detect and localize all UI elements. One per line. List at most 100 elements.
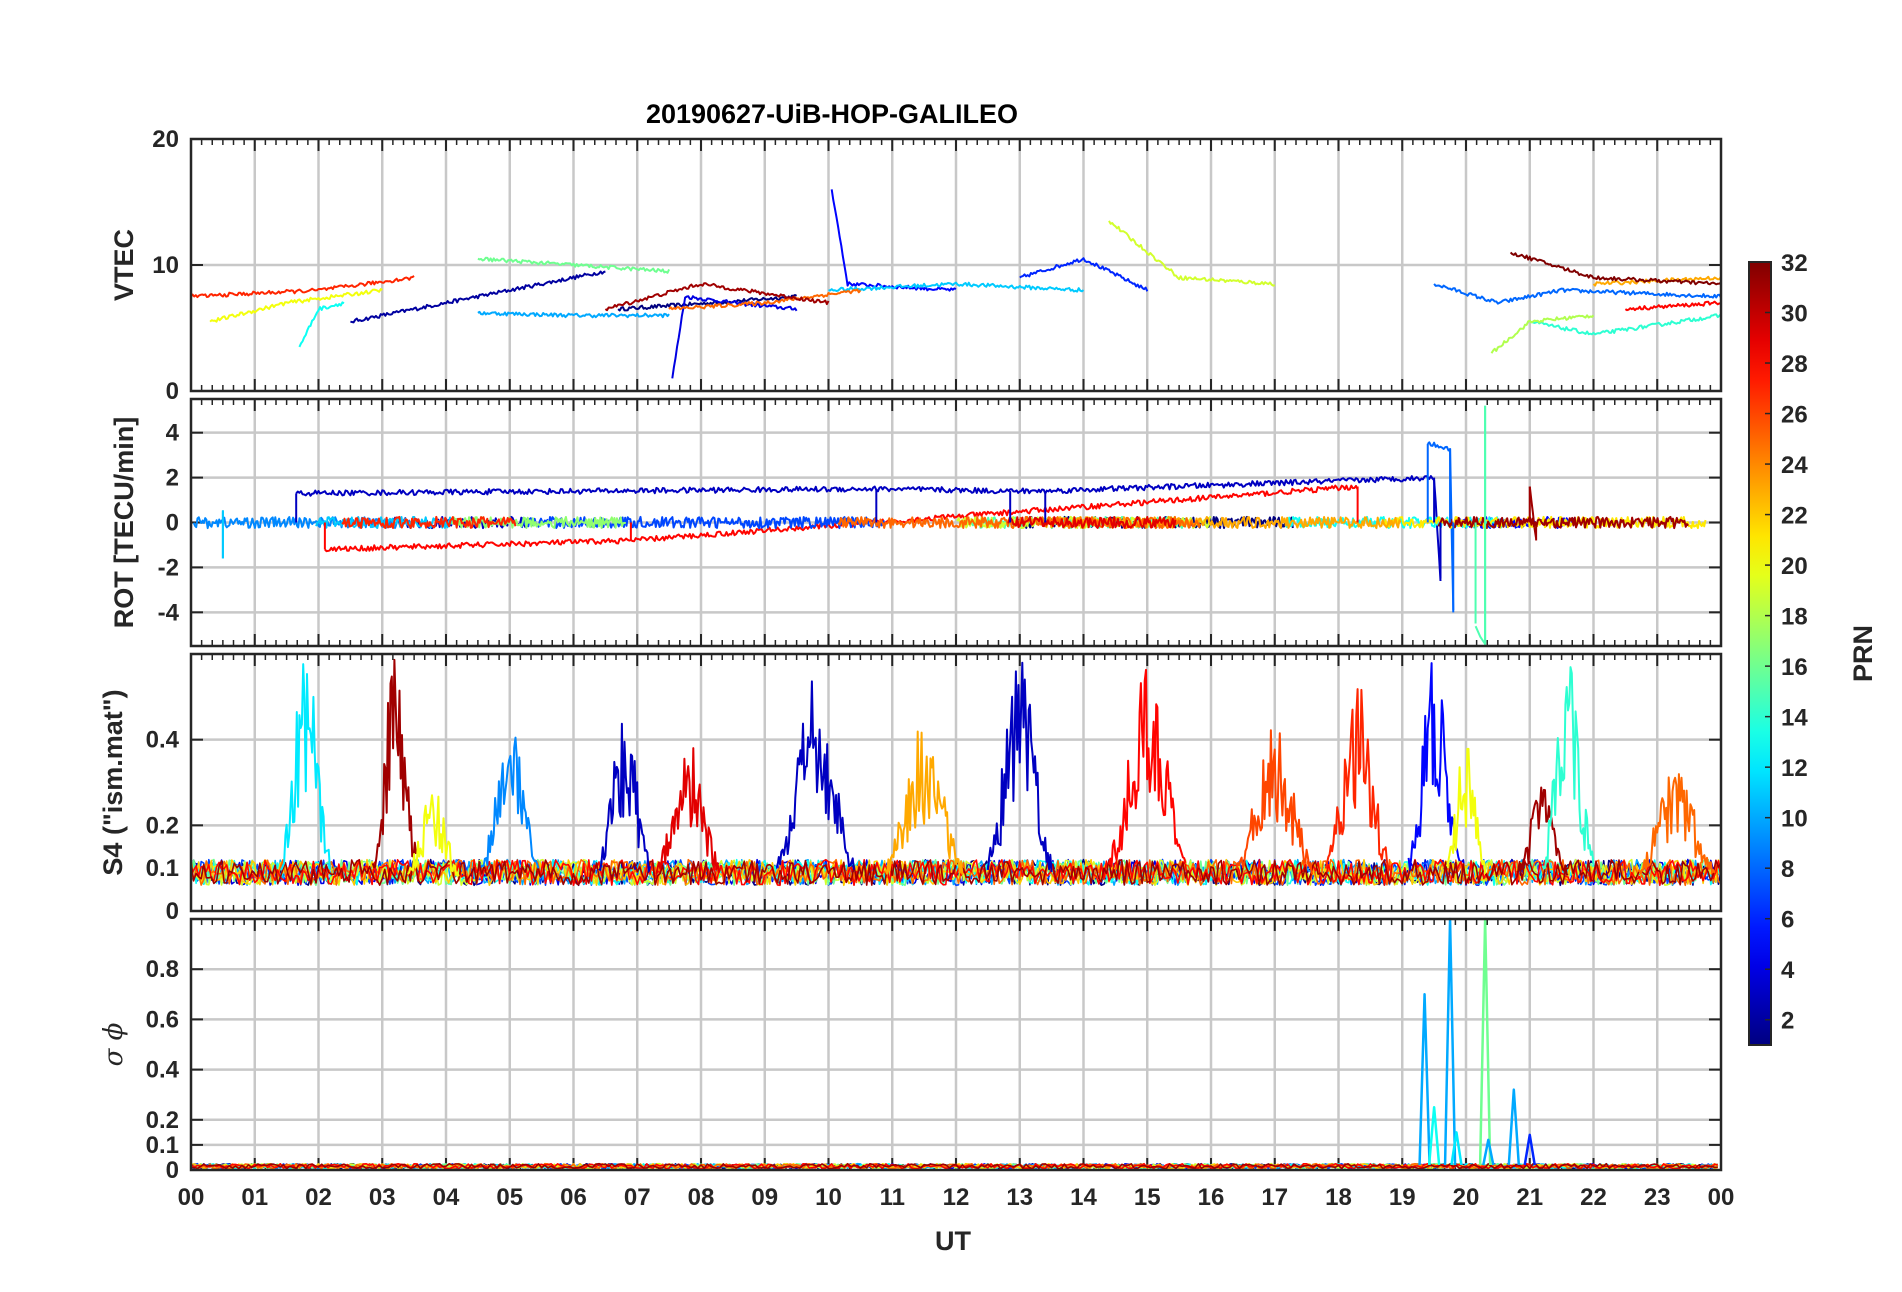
series-line-prn-18 (1490, 314, 1595, 354)
rot-panel: -4 -2 0 2 4 ROT [TECU/min] (109, 397, 1723, 648)
colorbar-tick-label: 14 (1781, 705, 1808, 732)
sigma-phi-panel: 00.10.2 0.4 0.6 0.8 σ ϕ (99, 917, 1723, 1184)
y-tick-label: 0.2 (146, 812, 179, 839)
x-tick-label: 04 (433, 1184, 460, 1211)
y-tick-label: 0 (166, 1157, 179, 1184)
series-line-prn-5 (830, 189, 957, 292)
colorbar-tick-label: 4 (1781, 957, 1795, 984)
sigma-spike-prn-16 (1478, 917, 1492, 1166)
x-tick-label: 03 (369, 1184, 396, 1211)
colorbar-tick-label: 2 (1781, 1008, 1794, 1035)
y-tick-label: 0 (166, 378, 179, 405)
x-tick-label: 17 (1261, 1184, 1288, 1211)
s4-burst-prn-14 (1541, 666, 1595, 870)
y-tick-label: 2 (166, 465, 179, 492)
y-tick-label: -4 (158, 599, 180, 626)
s4-burst-prn-31 (371, 658, 417, 869)
colorbar-tick-label: 28 (1781, 351, 1808, 378)
x-tick-label: 00 (178, 1184, 205, 1211)
y-tick-label: 10 (152, 252, 179, 279)
x-tick-label: 21 (1516, 1184, 1543, 1211)
y-tick-label: 0.4 (146, 1057, 180, 1084)
colorbar-tick-label: 22 (1781, 503, 1808, 530)
x-tick-label: 19 (1389, 1184, 1416, 1211)
y-axis-label-sigma: σ ϕ (99, 1022, 129, 1066)
y-tick-label: 0.4 (146, 727, 180, 754)
colorbar: 2468101214161820222426283032PRN (1748, 250, 1878, 1046)
series-group (192, 405, 1707, 646)
y-tick-label: 0.2 (146, 1107, 179, 1134)
y-tick-label: 0.6 (146, 1006, 179, 1033)
x-tick-label: 14 (1070, 1184, 1097, 1211)
colorbar-tick-label: 12 (1781, 755, 1808, 782)
x-tick-label: 20 (1453, 1184, 1480, 1211)
colorbar-tick-label: 16 (1781, 654, 1808, 681)
series-line-prn-27 (190, 275, 415, 299)
x-tick-label: 00 (1708, 1184, 1735, 1211)
s4-burst-prn-3 (776, 680, 855, 870)
s4-burst-prn-3 (598, 722, 651, 873)
y-tick-label: 4 (166, 420, 180, 447)
colorbar-tick-label: 8 (1781, 856, 1794, 883)
s4-burst-prn-27 (1324, 688, 1391, 872)
x-tick-label: 22 (1580, 1184, 1607, 1211)
colorbar-tick-label: 30 (1781, 301, 1808, 328)
colorbar-tick-label: 32 (1781, 250, 1808, 277)
x-tick-label: 16 (1198, 1184, 1225, 1211)
series-line-prn-13 (298, 301, 345, 348)
y-tick-label: 0 (166, 898, 179, 925)
colorbar-tick-label: 26 (1781, 402, 1808, 429)
x-axis-label: UT (935, 1226, 971, 1256)
colorbar-tick-label: 18 (1781, 604, 1808, 631)
s4-burst-prn-12 (280, 663, 331, 871)
y-tick-label: -2 (158, 554, 179, 581)
colorbar-tick-label: 24 (1781, 452, 1808, 479)
series-line-prn-19 (1108, 220, 1276, 287)
y-axis-label-rot: ROT [TECU/min] (109, 417, 139, 628)
y-tick-label: 20 (152, 126, 179, 153)
x-tick-label: 23 (1644, 1184, 1671, 1211)
y-axis-label-s4: S4 ("ism.mat") (98, 689, 128, 875)
colorbar-tick-label: 20 (1781, 553, 1808, 580)
colorbar-tick-label: 10 (1781, 806, 1808, 833)
x-tick-label: 08 (688, 1184, 715, 1211)
x-tick-label: 02 (305, 1184, 332, 1211)
x-tick-label: 01 (241, 1184, 268, 1211)
x-tick-label: 06 (560, 1184, 587, 1211)
sigma-spike-prn-13 (1427, 1106, 1441, 1166)
sigma-spike-prn-10 (1482, 1138, 1495, 1166)
x-tick-label: 07 (624, 1184, 651, 1211)
x-tick-label: 18 (1325, 1184, 1352, 1211)
chart-title: 20190627-UiB-HOP-GALILEO (646, 99, 1018, 129)
s4-panel: 0 0.1 0.2 0.4 S4 ("ism.mat") (98, 652, 1723, 925)
y-tick-label: 0.1 (146, 1132, 179, 1159)
y-tick-label: 0.1 (146, 855, 179, 882)
vtec-panel: 0 10 20 VTEC (109, 126, 1723, 405)
x-tick-label: 09 (751, 1184, 778, 1211)
y-tick-label: 0 (166, 510, 179, 537)
colorbar-label: PRN (1848, 625, 1878, 682)
s4-burst-prn-25 (1637, 773, 1716, 875)
series-line-prn-8 (1433, 283, 1722, 305)
x-tick-label: 10 (815, 1184, 842, 1211)
x-tick-label: 13 (1006, 1184, 1033, 1211)
x-tick-label: 15 (1134, 1184, 1161, 1211)
s4-burst-prn-29 (655, 747, 722, 875)
s4-burst-prn-23 (884, 730, 964, 875)
y-tick-label: 0.8 (146, 956, 179, 983)
figure: 20190627-UiB-HOP-GALILEO 01020VTEC -4-20… (98, 99, 1878, 1256)
sigma-spike-prn-10 (1443, 917, 1457, 1166)
sigma-spike-prn-10 (1507, 1088, 1521, 1166)
colorbar-tick-label: 6 (1781, 907, 1794, 934)
series-line-prn-28 (1624, 300, 1722, 312)
series-group (190, 917, 1719, 1170)
y-axis-label-vtec: VTEC (109, 229, 139, 301)
x-tick-label: 05 (496, 1184, 523, 1211)
colorbar-gradient (1748, 261, 1772, 1046)
x-tick-label: 11 (880, 1184, 905, 1211)
series-line-prn-14 (1529, 313, 1722, 336)
x-axis: 00 01 02 03 04 05 06 07 08 09 10 11 12 13 14 15 16 17 18 19… (178, 1184, 1735, 1211)
series-line-prn-3 (295, 475, 1442, 582)
s4-burst-prn-5 (1407, 662, 1461, 871)
sigma-spike-prn-12 (1450, 1131, 1463, 1166)
